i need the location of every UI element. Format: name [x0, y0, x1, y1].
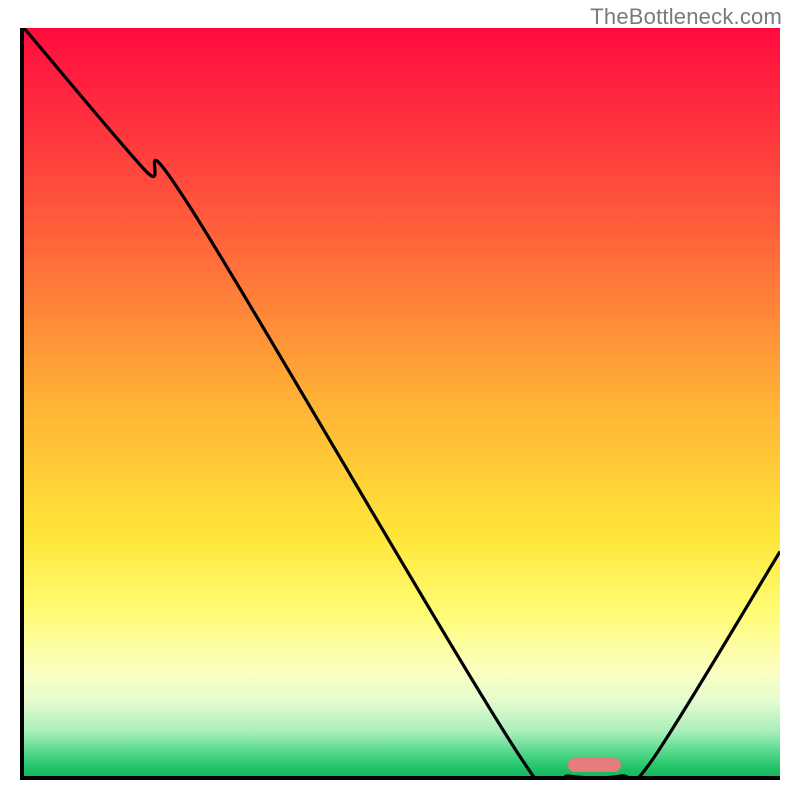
plot-area	[20, 28, 780, 780]
bottleneck-curve	[24, 28, 780, 776]
chart-frame: TheBottleneck.com	[0, 0, 800, 800]
watermark-text: TheBottleneck.com	[590, 4, 782, 30]
bottleneck-curve-path	[24, 28, 780, 776]
